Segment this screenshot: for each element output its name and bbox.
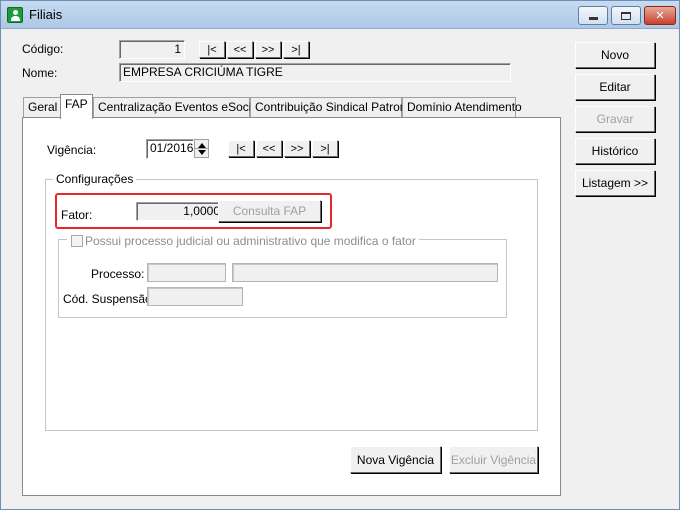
user-icon [7,7,23,23]
vigencia-prev-button[interactable]: << [256,140,282,157]
nome-label: Nome: [22,66,58,80]
vigencia-spinner[interactable] [194,139,209,158]
tab-contribuicao-sindical[interactable]: Contribuição Sindical Patronal [250,97,416,117]
vigencia-next-button[interactable]: >> [284,140,310,157]
maximize-icon [621,11,631,20]
processo-checkbox-label: Possui processo judicial ou administrati… [85,234,416,248]
novo-button[interactable]: Novo [575,42,655,68]
close-icon: ✕ [655,10,665,22]
editar-button[interactable]: Editar [575,74,655,100]
vigencia-last-button[interactable]: >| [312,140,338,157]
codigo-first-button[interactable]: |< [199,41,225,58]
processo-description-field[interactable] [232,263,498,282]
tab-dominio-atendimento[interactable]: Domínio Atendimento [402,97,522,117]
excluir-vigencia-button[interactable]: Excluir Vigência [449,446,538,473]
fap-tab-panel: Vigência: 01/2016 |< << >> >| Configuraç… [22,117,561,496]
historico-button[interactable]: Histórico [575,138,655,164]
filiais-window: Filiais ✕ Código: 1 |< << >> >| Nome: EM… [0,0,680,510]
suspensao-field[interactable] [147,287,243,306]
codigo-last-button[interactable]: >| [283,41,309,58]
vigencia-field[interactable]: 01/2016 [146,139,194,159]
codigo-field[interactable]: 1 [119,40,185,59]
gravar-button[interactable]: Gravar [575,106,655,132]
configuracoes-title: Configurações [53,172,137,186]
listagem-button[interactable]: Listagem >> [575,170,655,196]
spin-down-icon[interactable] [198,150,206,155]
fator-highlight-box [55,193,332,229]
codigo-label: Código: [22,42,64,56]
codigo-next-button[interactable]: >> [255,41,281,58]
close-button[interactable]: ✕ [644,6,676,25]
processo-field[interactable] [147,263,226,282]
minimize-button[interactable] [578,6,608,25]
tab-centralizacao-esocial[interactable]: Centralização Eventos eSocial [93,97,261,117]
maximize-button[interactable] [611,6,641,25]
window-title: Filiais [29,7,63,22]
tab-fap[interactable]: FAP [60,94,93,119]
processo-checkbox[interactable] [71,235,83,247]
suspensao-label: Cód. Suspensão: [63,292,156,306]
tab-geral[interactable]: Geral [23,97,61,117]
vigencia-label: Vigência: [47,143,97,157]
vigencia-first-button[interactable]: |< [228,140,254,157]
nova-vigencia-button[interactable]: Nova Vigência [350,446,441,473]
processo-label: Processo: [91,267,145,281]
codigo-prev-button[interactable]: << [227,41,253,58]
title-bar[interactable]: Filiais ✕ [1,1,679,29]
minimize-icon [588,17,598,20]
nome-field[interactable]: EMPRESA CRICIÚMA TIGRE [119,63,511,82]
